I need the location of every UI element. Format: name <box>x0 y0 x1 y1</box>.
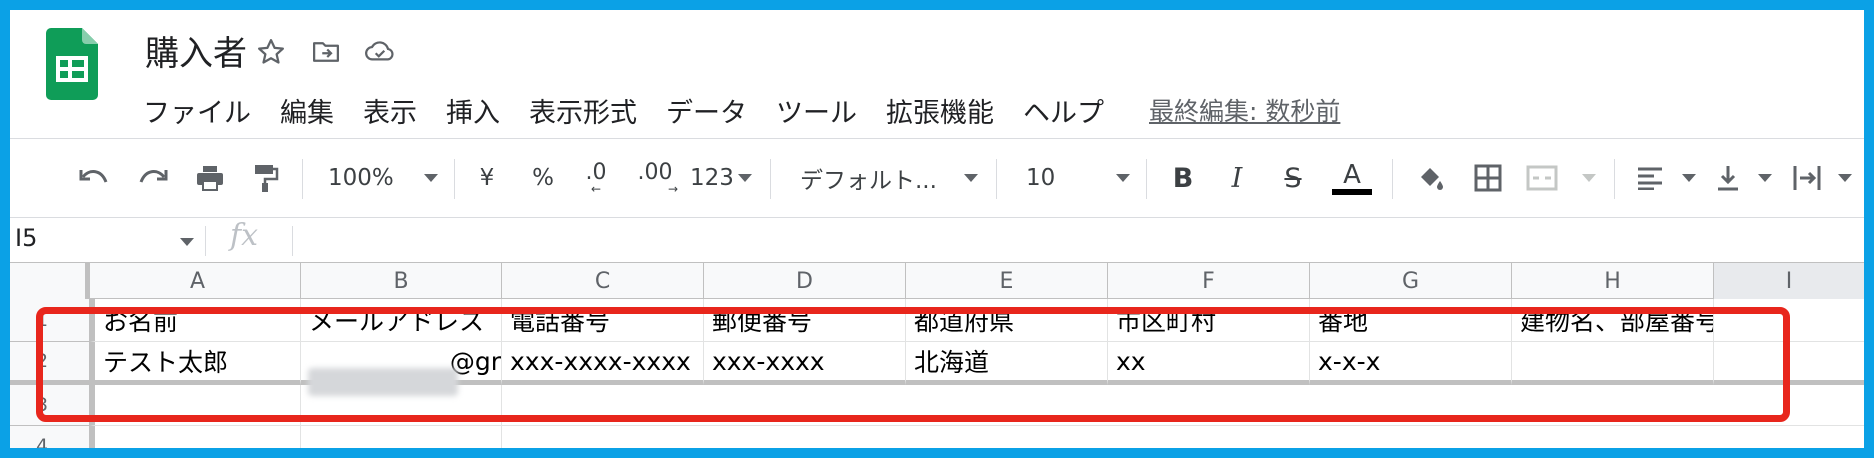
chevron-down-icon <box>738 174 752 182</box>
divider <box>1392 159 1393 199</box>
merge-cells-icon <box>1526 165 1558 191</box>
menu-insert[interactable]: 挿入 <box>446 91 500 130</box>
divider <box>1614 159 1615 199</box>
column-header-e[interactable]: E <box>906 263 1108 299</box>
borders-icon[interactable] <box>1468 158 1508 198</box>
fx-icon: fx <box>230 218 259 253</box>
arrow-right-icon: → <box>667 182 678 196</box>
menu-data[interactable]: データ <box>666 91 747 130</box>
currency-format-button[interactable]: ¥ <box>472 158 502 198</box>
chevron-down-icon <box>1116 174 1130 182</box>
bold-button[interactable]: B <box>1166 158 1200 198</box>
fill-color-icon[interactable] <box>1410 158 1450 198</box>
align-bottom-icon <box>1718 166 1738 191</box>
divider <box>1146 159 1147 199</box>
menu-bar: ファイル 編集 表示 挿入 表示形式 データ ツール 拡張機能 ヘルプ 最終編集… <box>143 90 1340 130</box>
horizontal-align-button[interactable] <box>1636 158 1696 198</box>
vertical-align-button[interactable] <box>1716 158 1772 198</box>
menu-extensions[interactable]: 拡張機能 <box>886 91 994 130</box>
column-header-b[interactable]: B <box>301 263 502 299</box>
column-header-row: A B C D E F G H I <box>10 263 1864 299</box>
align-left-icon <box>1638 167 1662 190</box>
menu-help[interactable]: ヘルプ <box>1023 91 1104 130</box>
chevron-down-icon <box>964 174 978 182</box>
toolbar: 100% ¥ % .0 ← .00 → 123 デフォルト... 10 B I … <box>10 139 1864 217</box>
zoom-value: 100% <box>328 165 394 191</box>
cell-b4[interactable] <box>301 426 502 448</box>
divider <box>454 159 455 199</box>
text-wrapping-button[interactable] <box>1792 158 1852 198</box>
column-header-d[interactable]: D <box>704 263 906 299</box>
text-color-swatch <box>1332 189 1372 195</box>
menu-edit[interactable]: 編集 <box>280 91 334 130</box>
divider <box>770 159 771 199</box>
annotation-highlight-box <box>36 307 1790 422</box>
zoom-select[interactable]: 100% <box>328 158 438 198</box>
column-header-g[interactable]: G <box>1310 263 1512 299</box>
chevron-down-icon <box>1582 174 1596 182</box>
text-wrap-icon <box>1793 166 1821 190</box>
text-color-button[interactable]: A <box>1330 158 1374 198</box>
name-box[interactable]: I5 <box>15 224 37 252</box>
increase-decimal-button[interactable]: .00 → <box>632 158 679 198</box>
menu-tools[interactable]: ツール <box>776 91 857 130</box>
chevron-down-icon <box>424 174 438 182</box>
cloud-saved-icon[interactable] <box>362 34 398 70</box>
sheets-window: 購入者 ファイル 編集 表示 挿入 表示形式 データ ツール 拡張機能 ヘルプ … <box>10 10 1864 448</box>
paint-format-icon[interactable] <box>246 158 286 198</box>
chevron-down-icon <box>1682 174 1696 182</box>
strikethrough-button[interactable]: S <box>1276 158 1310 198</box>
font-family-value: デフォルト... <box>800 168 937 194</box>
column-header-a[interactable]: A <box>95 263 301 299</box>
sheets-logo-icon[interactable] <box>46 28 98 100</box>
divider <box>205 226 206 256</box>
star-icon[interactable] <box>253 34 289 70</box>
column-header-h[interactable]: H <box>1512 263 1714 299</box>
divider <box>292 226 293 256</box>
column-header-f[interactable]: F <box>1108 263 1310 299</box>
document-title[interactable]: 購入者 <box>145 26 247 75</box>
arrow-left-icon: ← <box>590 182 602 196</box>
column-header-c[interactable]: C <box>502 263 704 299</box>
font-size-value: 10 <box>1026 165 1056 191</box>
undo-icon[interactable] <box>74 158 114 198</box>
number-format-label: 123 <box>690 165 734 191</box>
decrease-decimal-button[interactable]: .0 ← <box>576 158 616 198</box>
redo-icon[interactable] <box>133 158 173 198</box>
print-icon[interactable] <box>190 158 230 198</box>
number-format-select[interactable]: 123 <box>690 158 752 198</box>
move-to-folder-icon[interactable] <box>308 34 344 70</box>
font-size-select[interactable]: 10 <box>1026 158 1130 198</box>
menu-view[interactable]: 表示 <box>363 91 417 130</box>
chevron-down-icon[interactable] <box>180 238 194 246</box>
divider <box>302 159 303 199</box>
formula-bar: I5 fx <box>10 218 1864 262</box>
column-header-i[interactable]: I <box>1714 263 1864 299</box>
cell-a4[interactable] <box>90 426 301 448</box>
chevron-down-icon <box>1838 174 1852 182</box>
row-header-4[interactable]: 4 <box>10 426 90 448</box>
italic-button[interactable]: I <box>1220 158 1254 198</box>
row-4-cells[interactable] <box>502 426 1864 448</box>
divider <box>996 159 997 199</box>
percent-format-button[interactable]: % <box>528 158 558 198</box>
font-family-select[interactable]: デフォルト... <box>800 158 978 198</box>
select-all-corner[interactable] <box>10 263 90 299</box>
chevron-down-icon <box>1758 174 1772 182</box>
last-edit-link[interactable]: 最終編集: 数秒前 <box>1149 92 1340 128</box>
merge-cells-button[interactable] <box>1526 158 1596 198</box>
menu-file[interactable]: ファイル <box>143 91 251 130</box>
menu-format[interactable]: 表示形式 <box>529 91 637 130</box>
